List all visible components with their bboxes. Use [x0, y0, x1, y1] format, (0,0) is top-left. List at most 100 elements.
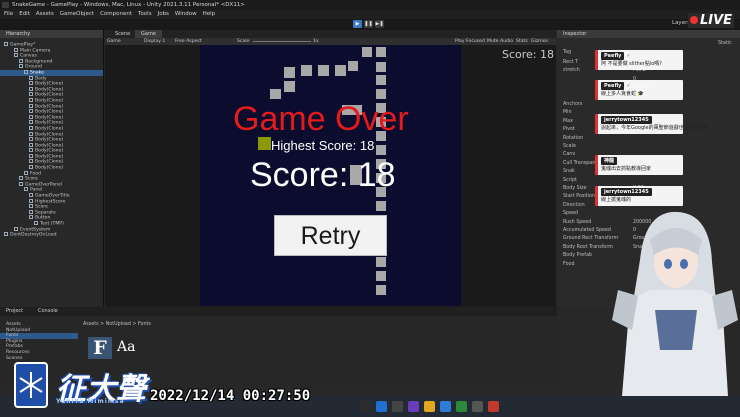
game-options-bar: Game Display 1 Free Aspect Scale 1x Play… [105, 38, 556, 45]
tab-game[interactable]: Game [135, 30, 162, 38]
snake-segment [376, 75, 386, 85]
retry-button[interactable]: Retry [274, 215, 387, 256]
obs-icon[interactable] [488, 401, 499, 412]
inspector-field-label: Canv [563, 152, 576, 158]
chat-message: Peefly ✓ 線上多人貪食蛇 🎓 [595, 80, 683, 100]
gameobject-icon [29, 137, 33, 142]
inspector-field-label: Body Prefab [563, 253, 592, 259]
terminal-icon[interactable] [392, 401, 403, 412]
inspector-field-label: Script [563, 177, 577, 183]
gameobject-icon [19, 176, 23, 181]
display-number-dropdown[interactable]: Display 1 [144, 38, 165, 45]
snake-segment [376, 89, 386, 99]
menu-item-help[interactable]: Help [203, 11, 216, 17]
gameobject-icon [14, 47, 18, 52]
inspector-field-label: Min [563, 110, 572, 116]
tab-inspector[interactable]: Inspector [557, 30, 740, 38]
gameobject-icon [14, 226, 18, 231]
inspector-field-label: Start Position [563, 194, 595, 200]
chat-message: 神龍 鬼魂出去抓點教導回家 [595, 155, 683, 175]
display-mode-dropdown[interactable]: Game [107, 38, 121, 45]
menu-item-tools[interactable]: Tools [138, 11, 152, 17]
inspector-field-label: Anchors [563, 102, 583, 107]
gameobject-icon [19, 64, 23, 69]
menu-item-component[interactable]: Component [100, 11, 132, 17]
inspector-field-label: Body Root Transform [563, 244, 613, 250]
menu-item-assets[interactable]: Assets [36, 11, 54, 17]
pause-button[interactable]: ❚❚ [364, 20, 373, 28]
step-button[interactable]: ▶❚ [375, 20, 384, 28]
gameobject-icon [29, 86, 33, 91]
chat-author: jerrytown12345 [601, 188, 652, 196]
folder-icon[interactable] [424, 401, 435, 412]
font-asset-icon[interactable]: F [88, 337, 112, 359]
tag-label: Tag [563, 50, 572, 55]
final-score-label: Score: 18 [250, 156, 396, 194]
inspector-field-label: Rotation [563, 135, 584, 141]
static-checkbox[interactable]: Static [718, 41, 732, 46]
snake-segment [376, 285, 386, 295]
inspector-field-label: Accumulated Speed [563, 228, 611, 233]
chat-text: 鬼魂出去抓點教導回家 [601, 166, 652, 172]
viewport-letterbox-left [105, 45, 200, 307]
font-preview-icon[interactable]: Aa [117, 339, 135, 355]
hierarchy-item-label: DontDestroyOnLoad [10, 232, 57, 238]
live-dot-icon [690, 16, 698, 24]
gameobject-icon [14, 53, 18, 58]
project-tabs: Project Console [0, 307, 557, 316]
snake-segment [376, 47, 386, 57]
aspect-dropdown[interactable]: Free Aspect [175, 38, 202, 45]
unity-taskbar-icon[interactable] [472, 401, 483, 412]
play-focused-dropdown[interactable]: Play Focused [455, 38, 485, 45]
menu-item-edit[interactable]: Edit [19, 11, 30, 17]
scale-slider[interactable] [253, 41, 311, 42]
hierarchy-item[interactable]: DontDestroyOnLoad [0, 232, 103, 238]
hierarchy-item-label: Body(Clone) [35, 137, 64, 143]
hierarchy-item-label: Body(Clone) [35, 98, 64, 104]
gameobject-icon [34, 221, 38, 225]
scale-label: Scale [237, 39, 250, 44]
gizmos-dropdown[interactable]: Gizmos [531, 38, 548, 45]
gameobject-icon [4, 42, 8, 46]
tab-hierarchy[interactable]: Hierarchy [0, 30, 103, 38]
browser-icon[interactable] [440, 401, 451, 412]
window-title-bar: SnakeGame - GamePlay - Windows, Mac, Lin… [0, 0, 740, 10]
tab-console[interactable]: Console [38, 307, 58, 316]
snake-segment [284, 67, 295, 78]
window-title: SnakeGame - GamePlay - Windows, Mac, Lin… [12, 2, 245, 8]
gameobject-icon [24, 170, 28, 175]
gameobject-icon [29, 92, 33, 97]
play-button[interactable]: ▶ [353, 20, 362, 28]
app-icon[interactable] [456, 401, 467, 412]
snake-segment [376, 145, 386, 155]
food-block [258, 137, 271, 150]
gameobject-icon [29, 159, 33, 164]
gameobject-icon [29, 103, 33, 108]
verified-icon: ✓ [626, 53, 631, 59]
start-icon[interactable] [360, 401, 371, 412]
stats-toggle[interactable]: Stats [516, 38, 528, 45]
menu-item-window[interactable]: Window [175, 11, 197, 17]
menu-item-gameobject[interactable]: GameObject [60, 11, 94, 17]
gameobject-icon [24, 187, 28, 192]
hierarchy-item-label: GameOverTitle [35, 193, 70, 199]
tab-scene[interactable]: Scene [109, 30, 136, 38]
inspector-field-label: Direction [563, 202, 585, 208]
tab-project[interactable]: Project [6, 307, 23, 316]
mute-audio-toggle[interactable]: Mute Audio [487, 38, 513, 45]
game-over-title: Game Over [233, 100, 409, 138]
live-label: LIVE [700, 13, 733, 28]
menu-item-jobs[interactable]: Jobs [158, 11, 169, 17]
project-folder[interactable]: Scenes [0, 356, 78, 362]
gameobject-icon [29, 148, 33, 153]
snake-segment [376, 271, 386, 281]
vscode-icon[interactable] [376, 401, 387, 412]
menu-item-file[interactable]: File [4, 11, 13, 17]
inspector-field-label: Food [563, 261, 575, 267]
hierarchy-item-label: Text (TMP) [40, 221, 64, 227]
hierarchy-item-label: Body(Clone) [35, 109, 64, 115]
discord-icon[interactable] [408, 401, 419, 412]
project-tree: Assets NotUpload Fonts Plugins Prefabs Resour… [0, 322, 78, 361]
viewport-letterbox-right [461, 45, 556, 307]
snowflake-icon [19, 372, 43, 398]
